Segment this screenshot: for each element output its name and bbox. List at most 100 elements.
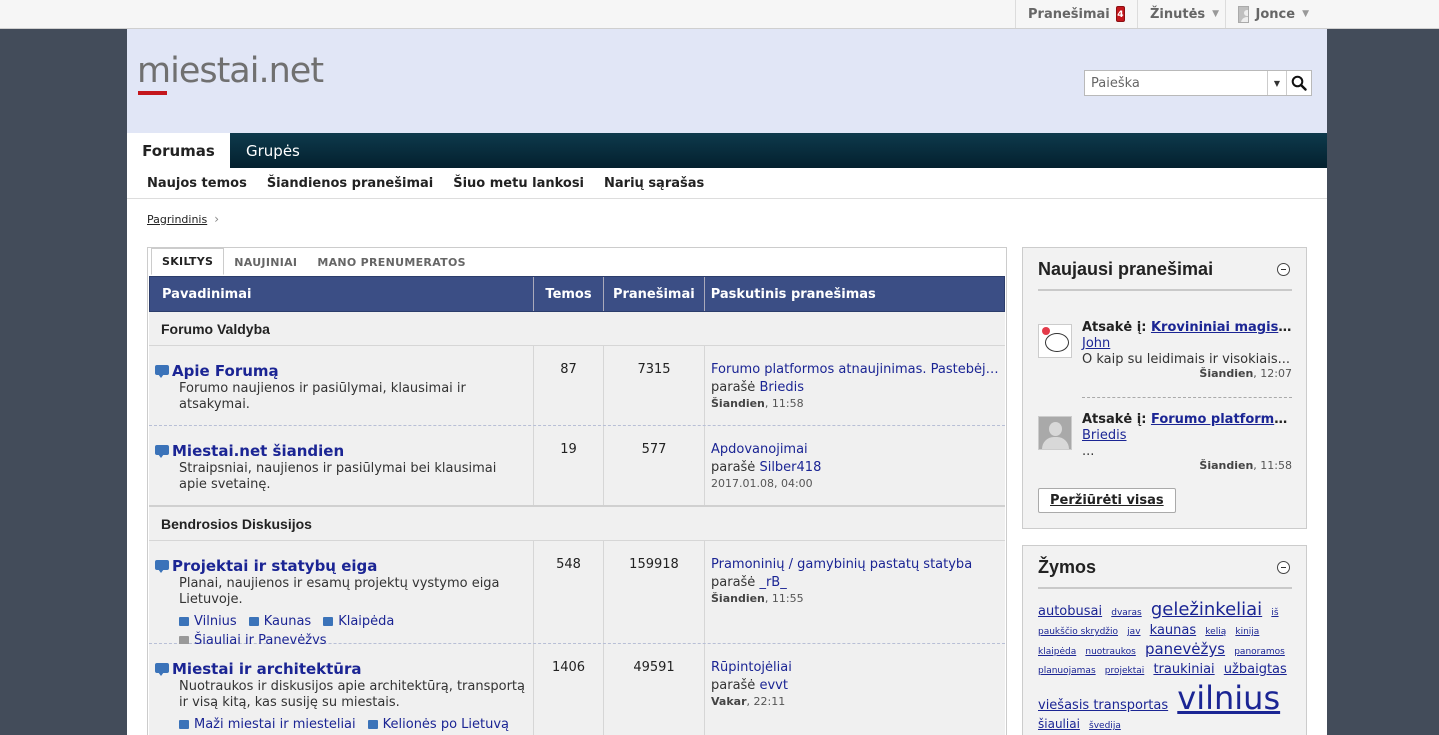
forum-topic-count: 19 [534,426,604,505]
category-header[interactable]: Bendrosios Diskusijos [149,507,1005,541]
tag-link[interactable]: kaunas [1150,623,1196,638]
notifications-label: Pranešimai [1028,6,1110,22]
forum-title-link[interactable]: Miestai.net šiandien [172,442,344,460]
tag-link[interactable]: panoramos [1234,647,1285,657]
forum-bubble-icon [155,663,169,676]
tab-skiltys[interactable]: SKILTYS [151,248,225,275]
column-header-name: Pavadinimai [150,277,535,311]
tab-grupes[interactable]: Grupės [246,133,300,168]
subforum-link[interactable]: Klaipėda [323,614,394,629]
search-button[interactable] [1286,71,1311,95]
last-post-author-link[interactable]: _rB_ [759,575,786,590]
tag-link[interactable]: švedija [1089,721,1121,731]
forum-title-link[interactable]: Apie Forumą [172,362,279,380]
sub-navigation: Naujos temos Šiandienos pranešimai Šiuo … [127,168,1327,199]
chevron-down-icon: ▼ [1212,9,1220,19]
last-post-author-link[interactable]: Silber418 [759,460,821,475]
tag-link[interactable]: traukiniai [1153,662,1214,677]
last-post-day: Vakar [711,695,747,708]
tab-forumas[interactable]: Forumas [127,133,230,168]
tag-link[interactable]: viešasis transportas [1038,698,1168,713]
tag-link[interactable]: paukščio skrydžio [1038,627,1118,637]
category-header[interactable]: Forumo Valdyba [149,312,1005,346]
link-online-users[interactable]: Šiuo metu lankosi [453,176,584,191]
forum-list-box: SKILTYS NAUJINIAI MANO PRENUMERATOS Pava… [147,247,1007,735]
subforum-link[interactable]: Maži miestai ir miesteliai [179,717,356,732]
site-logo[interactable]: miestai.net [137,51,324,91]
tab-mano-prenumeratos[interactable]: MANO PRENUMERATOS [307,249,476,275]
last-post-title-link[interactable]: Pramoninių / gamybinių pastatų statyba [711,557,999,572]
subforum-label: Kelionės po Lietuvą [382,717,510,732]
tag-link[interactable]: iš [1271,608,1278,618]
subforum-link[interactable]: Kaunas [248,614,311,629]
messages-menu[interactable]: Žinutės ▼ [1137,0,1225,28]
tab-naujiniai[interactable]: NAUJINIAI [224,249,307,275]
last-post-title-link[interactable]: Rūpintojėliai [711,660,999,675]
post-author-link[interactable]: Briedis [1082,428,1292,443]
tag-link[interactable]: geležinkeliai [1151,599,1262,620]
link-todays-posts[interactable]: Šiandienos pranešimai [267,176,433,191]
column-header-posts: Pranešimai [604,277,705,311]
breadcrumb-home[interactable]: Pagrindinis [147,213,207,226]
tag-link[interactable]: šiauliai [1038,717,1080,731]
post-thread-link[interactable]: Forumo platformos atnaujinimas [1151,412,1292,427]
tag-link[interactable]: užbaigtas [1224,662,1287,677]
tag-link[interactable]: dvaras [1111,608,1141,618]
tag-link[interactable]: panevėžys [1145,640,1225,658]
tag-link[interactable]: nuotraukos [1085,647,1135,657]
subforum-icon [179,617,189,626]
search-box: ▼ [1084,70,1312,96]
last-post-time: , 11:58 [764,397,804,410]
page-container: miestai.net ▼ Forumas Grupės Naujos temo… [127,29,1327,735]
forum-info: Projektai ir statybų eiga Planai, naujie… [149,541,534,648]
tag-link[interactable]: autobusai [1038,604,1102,619]
top-bar: Pranešimai 4 Žinutės ▼ Jonce ▼ [0,0,1439,29]
widget-title: Žymos [1038,557,1097,577]
avatar [1238,5,1249,23]
collapse-icon[interactable] [1277,263,1290,276]
last-post-author-link[interactable]: Briedis [759,380,804,395]
forum-topic-count: 1406 [534,644,604,735]
search-input[interactable] [1085,71,1267,95]
collapse-icon[interactable] [1277,561,1290,574]
tag-link[interactable]: kelią [1205,627,1226,637]
forum-title-link[interactable]: Miestai ir architektūra [172,660,362,678]
tag-link[interactable]: kinija [1235,627,1259,637]
last-post-by-prefix: parašė [711,678,756,693]
chevron-right-icon: › [214,212,220,226]
avatar[interactable] [1038,324,1072,358]
tag-link[interactable]: jav [1127,627,1140,637]
last-post-title-link[interactable]: Apdovanojimai [711,442,999,457]
divider [1082,397,1292,398]
latest-post-item: Atsakė į: Krovininiai magistraliniai tra… [1038,320,1292,392]
view-all-button[interactable]: Peržiūrėti visas [1038,488,1176,513]
post-time: , 11:58 [1253,459,1292,472]
forum-title-link[interactable]: Projektai ir statybų eiga [172,557,377,575]
forum-post-count: 577 [604,426,705,505]
search-options-dropdown[interactable]: ▼ [1267,71,1286,95]
last-post-author-link[interactable]: evvt [759,678,787,693]
avatar[interactable] [1038,416,1072,450]
tag-link[interactable]: vilnius [1177,679,1280,717]
tag-cloud: autobusai dvaras geležinkeliai iš paukšč… [1038,601,1294,735]
logo-accent [138,91,167,95]
tag-link[interactable]: planuojamas [1038,666,1096,676]
post-thread-link[interactable]: Krovininiai magistraliniai traukiniai [1151,320,1292,335]
post-author-link[interactable]: John [1082,336,1292,351]
user-menu[interactable]: Jonce ▼ [1225,0,1321,28]
breadcrumb: Pagrindinis › [147,212,219,226]
tag-link[interactable]: klaipėda [1038,647,1076,657]
forum-table: Pavadinimai Temos Pranešimai Paskutinis … [149,276,1005,735]
forum-info: Apie Forumą Forumo naujienos ir pasiūlym… [149,346,534,425]
link-new-topics[interactable]: Naujos temos [147,176,247,191]
notifications-menu[interactable]: Pranešimai 4 [1015,0,1137,28]
tag-link[interactable]: projektai [1105,666,1145,676]
last-post-title-link[interactable]: Forumo platformos atnaujinimas. Pastebėj… [711,362,999,377]
forum-info: Miestai.net šiandien Straipsniai, naujie… [149,426,534,505]
subforum-link[interactable]: Kelionės po Lietuvą [367,717,510,732]
subforum-link[interactable]: Vilnius [179,614,237,629]
forum-topic-count: 548 [534,541,604,643]
subforum-icon [367,720,378,729]
link-member-list[interactable]: Narių sąrašas [604,176,704,191]
post-day: Šiandien [1199,459,1254,472]
